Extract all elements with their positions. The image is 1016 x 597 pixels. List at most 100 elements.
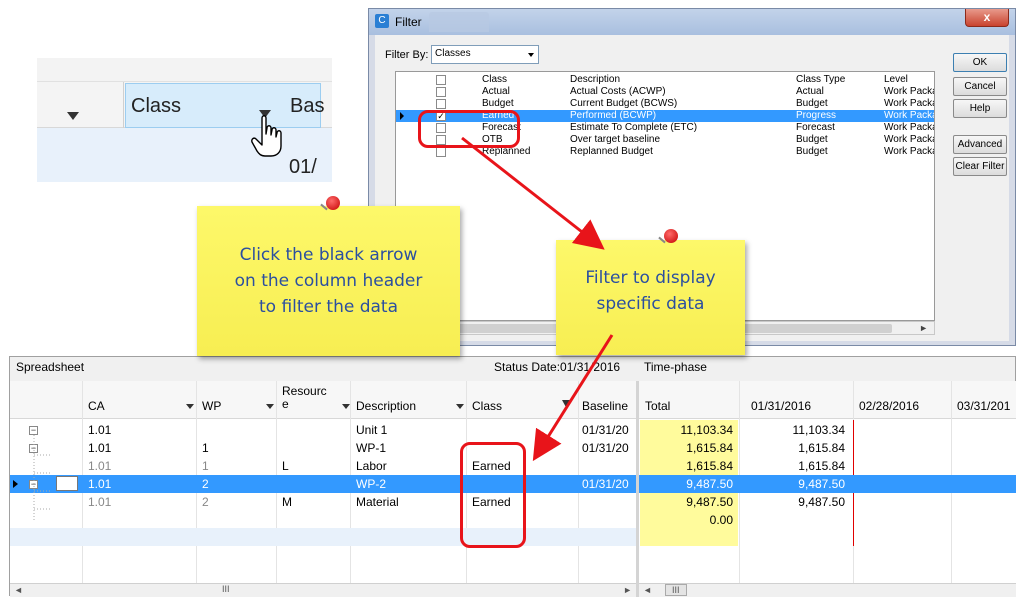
filter-by-select[interactable]: Classes [431, 45, 539, 64]
ca-header[interactable]: CA [88, 399, 105, 413]
spreadsheet-column-header: CA WP Resourc e Description Class Baseli… [10, 381, 636, 419]
timephase-horizontal-scrollbar[interactable]: ◄ III [639, 583, 1016, 597]
description-header[interactable]: Description [356, 399, 416, 413]
scroll-right-icon[interactable]: ► [623, 585, 632, 595]
wp-header[interactable]: WP [202, 399, 221, 413]
row-class: Actual [482, 86, 510, 97]
cell-wp: 1 [202, 459, 209, 473]
resource-header[interactable]: Resourc e [282, 385, 327, 411]
date-header-3[interactable]: 03/31/201 [957, 399, 1010, 413]
baseline-header[interactable]: Baseline [582, 399, 628, 413]
row-description: Replanned Budget [570, 146, 653, 157]
row-description: Current Budget (BCWS) [570, 98, 678, 109]
zoom-data-row [37, 128, 332, 182]
wp-filter-arrow-icon[interactable] [266, 404, 274, 409]
cell-ca: 1.01 [88, 459, 112, 473]
resource-header-line2: e [282, 397, 289, 411]
select-all-checkbox[interactable] [436, 75, 446, 85]
baseline-column-fragment: Bas [290, 95, 325, 117]
table-row-selected[interactable]: − 1.01 2 WP-2 01/31/20 [10, 475, 636, 493]
cell-wp: 2 [202, 495, 209, 509]
cell-wp: 2 [202, 477, 209, 491]
sticky-note-filter-arrow: Click the black arrow on the column head… [197, 206, 460, 356]
row-class-type: Budget [796, 98, 828, 109]
spreadsheet-horizontal-scrollbar[interactable]: ◄ III ► [10, 583, 636, 597]
scroll-left-icon[interactable]: ◄ [14, 585, 23, 595]
scroll-thumb[interactable]: III [222, 584, 230, 594]
clear-filter-button[interactable]: Clear Filter [953, 157, 1007, 176]
timephase-column-header: Total 01/31/2016 02/28/2016 03/31/201 [639, 381, 1016, 419]
timephase-row-selected[interactable]: 9,487.50 9,487.50 [639, 475, 1016, 493]
cell-description: WP-2 [356, 477, 386, 491]
cell-total: 11,103.34 [680, 423, 734, 437]
cell-wp: 1 [202, 441, 209, 455]
class-type-header: Class Type [796, 74, 846, 85]
date-header-2[interactable]: 02/28/2016 [859, 399, 919, 413]
scroll-thumb[interactable]: III [665, 584, 687, 596]
row-level: Work Packa [884, 146, 934, 157]
note-line: Filter to display [585, 268, 716, 288]
description-filter-arrow-icon[interactable] [456, 404, 464, 409]
tree-lines [33, 435, 50, 521]
table-row[interactable]: − 1.01 Unit 1 01/31/20 [10, 421, 636, 439]
row-checkbox[interactable] [436, 147, 446, 157]
filter-row[interactable]: Actual Actual Costs (ACWP) Actual Work P… [396, 86, 934, 98]
timephase-row[interactable]: 11,103.34 11,103.34 [639, 421, 1016, 439]
scroll-right-icon[interactable]: ► [919, 323, 928, 333]
scroll-left-icon[interactable]: ◄ [643, 585, 652, 595]
help-button[interactable]: Help [953, 99, 1007, 118]
filter-title: Filter [395, 15, 422, 29]
ok-button[interactable]: OK [953, 53, 1007, 72]
row-checkbox[interactable] [436, 87, 446, 97]
row-level: Work Packa [884, 134, 934, 145]
cell-resource: L [282, 459, 289, 473]
new-row[interactable] [10, 528, 636, 546]
resource-filter-arrow-icon[interactable] [342, 404, 350, 409]
advanced-button[interactable]: Advanced [953, 135, 1007, 154]
ca-filter-arrow-icon[interactable] [186, 404, 194, 409]
row-class-type: Progress [796, 110, 837, 121]
title-tab-fragment [429, 12, 489, 32]
cell-baseline: 01/31/20 [582, 441, 629, 455]
row-checkbox[interactable] [436, 99, 446, 109]
cancel-button[interactable]: Cancel [953, 77, 1007, 96]
close-button[interactable]: x [965, 9, 1009, 27]
cell-ca: 1.01 [88, 423, 112, 437]
filter-by-label: Filter By: [385, 49, 429, 61]
table-row[interactable]: − 1.01 1 WP-1 01/31/20 [10, 439, 636, 457]
pushpin-icon [658, 229, 678, 244]
date-fragment: 01/ [289, 156, 317, 178]
timephase-row[interactable]: 0.00 [639, 511, 1016, 529]
timephase-row[interactable]: 1,615.84 1,615.84 [639, 439, 1016, 457]
class-header[interactable]: Class [472, 399, 502, 413]
zoom-top-band [37, 58, 332, 82]
cell-total: 1,615.84 [686, 459, 733, 473]
date-header-1[interactable]: 01/31/2016 [751, 399, 811, 413]
total-header[interactable]: Total [645, 399, 670, 413]
funnel-filter-icon[interactable] [562, 400, 572, 409]
row-level: Work Packa [884, 110, 934, 121]
cell-baseline: 01/31/20 [582, 477, 629, 491]
sticky-note-filter-data: Filter to display specific data [556, 240, 745, 355]
row-level: Work Packa [884, 122, 934, 133]
class-column-highlight [460, 442, 526, 548]
table-row[interactable]: 1.01 2 M Material Earned [10, 493, 636, 511]
cell-total: 1,615.84 [686, 441, 733, 455]
timephase-row[interactable]: 9,487.50 9,487.50 [639, 493, 1016, 511]
column-header-zoom-callout: Class Bas 01/ [37, 58, 332, 182]
cell-ca: 1.01 [88, 495, 112, 509]
cell-description: WP-1 [356, 441, 386, 455]
earned-row-highlight [418, 110, 520, 148]
note-line: on the column header [234, 271, 423, 291]
note-line: Click the black arrow [239, 245, 418, 265]
note-line: specific data [596, 294, 705, 314]
filter-row[interactable]: Budget Current Budget (BCWS) Budget Work… [396, 98, 934, 110]
timephase-row[interactable]: 1,615.84 1,615.84 [639, 457, 1016, 475]
cell-period: 1,615.84 [798, 459, 845, 473]
filter-arrow-icon[interactable] [67, 112, 79, 120]
cell-total: 9,487.50 [686, 477, 733, 491]
table-row[interactable]: 1.01 1 L Labor Earned [10, 457, 636, 475]
row-level: Work Packa [884, 98, 934, 109]
cell-resource: M [282, 495, 292, 509]
cell-total: 0.00 [709, 513, 733, 527]
